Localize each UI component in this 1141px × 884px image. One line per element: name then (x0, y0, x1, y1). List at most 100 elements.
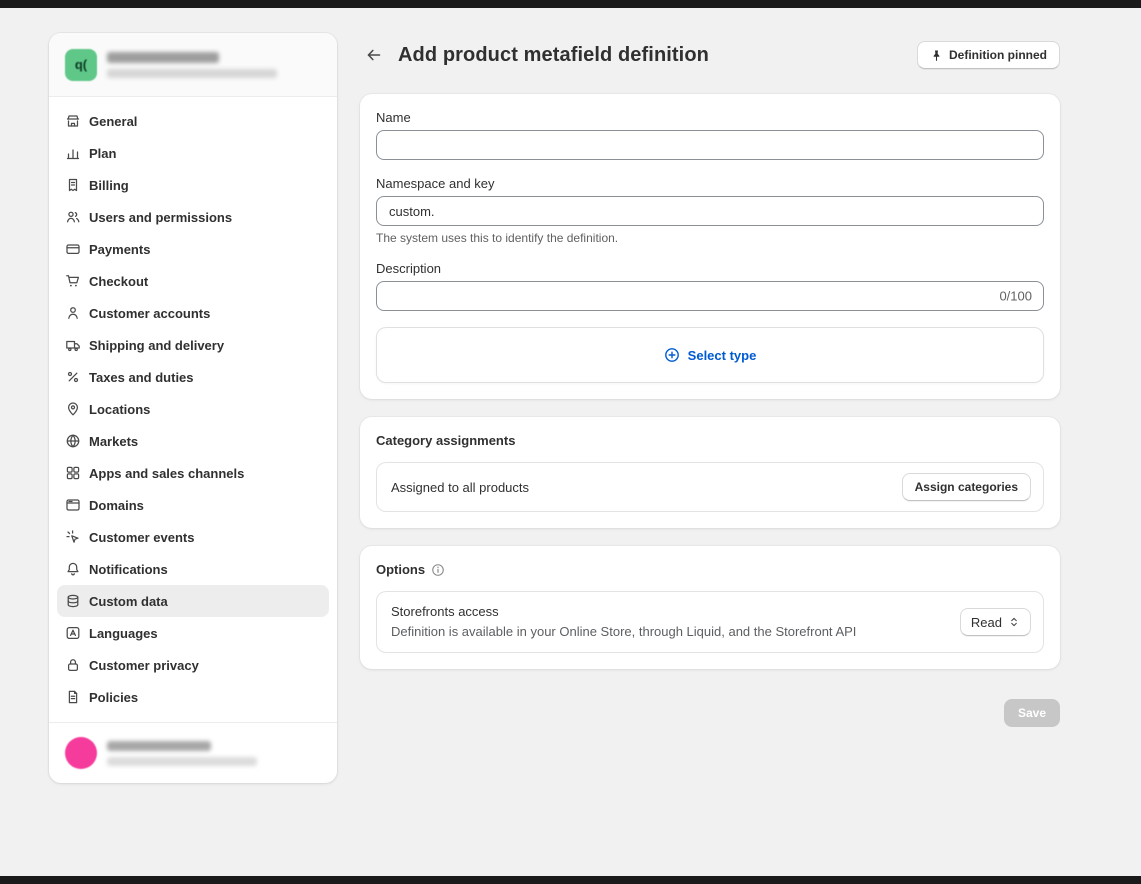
sidebar-item-plan[interactable]: Plan (57, 137, 329, 169)
user-meta (107, 741, 257, 766)
language-icon (65, 625, 81, 641)
main-content: Add product metafield definition Definit… (360, 40, 1060, 727)
plus-circle-icon (664, 347, 680, 363)
select-type-button[interactable]: Select type (376, 327, 1044, 383)
description-field: Description 0/100 (376, 261, 1044, 311)
pin-icon (930, 49, 943, 62)
back-button[interactable] (360, 41, 388, 69)
user-email-redacted (107, 757, 257, 766)
category-assignments-heading: Category assignments (376, 433, 515, 448)
sidebar-item-markets[interactable]: Markets (57, 425, 329, 457)
user-avatar (65, 737, 97, 769)
namespace-field: Namespace and key The system uses this t… (376, 176, 1044, 245)
store-switcher[interactable]: q( (49, 33, 337, 97)
sidebar-item-label: Customer privacy (89, 658, 199, 673)
name-label: Name (376, 110, 1044, 125)
storefronts-access-text: Storefronts access Definition is availab… (389, 602, 960, 642)
sidebar-item-label: Taxes and duties (89, 370, 194, 385)
top-window-bar (0, 0, 1141, 8)
lock-icon (65, 657, 81, 673)
name-input[interactable] (376, 130, 1044, 160)
settings-nav: General Plan Billing Users and permissio… (49, 97, 337, 721)
page-header: Add product metafield definition Definit… (360, 40, 1060, 70)
payments-card-icon (65, 241, 81, 257)
store-meta (107, 52, 277, 78)
storefront-icon (65, 113, 81, 129)
options-heading: Options (376, 562, 425, 577)
cart-icon (65, 273, 81, 289)
storefronts-access-select[interactable]: Read (960, 608, 1031, 636)
location-pin-icon (65, 401, 81, 417)
sidebar-item-apps-and-sales-channels[interactable]: Apps and sales channels (57, 457, 329, 489)
sidebar-item-taxes-and-duties[interactable]: Taxes and duties (57, 361, 329, 393)
assign-categories-label: Assign categories (915, 480, 1018, 494)
category-assignments-card: Category assignments Assigned to all pro… (360, 417, 1060, 528)
description-input[interactable] (376, 281, 1044, 311)
sidebar-item-domains[interactable]: Domains (57, 489, 329, 521)
namespace-label: Namespace and key (376, 176, 1044, 191)
sidebar-item-general[interactable]: General (57, 105, 329, 137)
settings-sidebar: q( General Plan Billing Users and permis (49, 33, 337, 783)
user-account-footer[interactable] (49, 722, 337, 783)
cursor-click-icon (65, 529, 81, 545)
receipt-icon (65, 177, 81, 193)
sidebar-item-policies[interactable]: Policies (57, 681, 329, 713)
sidebar-item-locations[interactable]: Locations (57, 393, 329, 425)
sidebar-item-label: Customer accounts (89, 306, 210, 321)
sidebar-item-users-and-permissions[interactable]: Users and permissions (57, 201, 329, 233)
sidebar-item-notifications[interactable]: Notifications (57, 553, 329, 585)
bottom-window-bar (0, 876, 1141, 884)
sidebar-item-custom-data[interactable]: Custom data (57, 585, 329, 617)
sidebar-item-label: Locations (89, 402, 150, 417)
sidebar-item-label: Markets (89, 434, 138, 449)
database-icon (65, 593, 81, 609)
options-card: Options Storefronts access Definition is… (360, 546, 1060, 669)
store-name-redacted (107, 52, 219, 63)
globe-icon (65, 433, 81, 449)
definition-pinned-button[interactable]: Definition pinned (917, 41, 1060, 69)
sidebar-item-label: Custom data (89, 594, 168, 609)
sidebar-item-label: Domains (89, 498, 144, 513)
bell-icon (65, 561, 81, 577)
page-title: Add product metafield definition (398, 44, 709, 67)
plan-chart-icon (65, 145, 81, 161)
users-icon (65, 209, 81, 225)
sidebar-item-billing[interactable]: Billing (57, 169, 329, 201)
settings-page: q( General Plan Billing Users and permis (0, 0, 1141, 884)
sidebar-item-label: Billing (89, 178, 129, 193)
name-field: Name (376, 110, 1044, 160)
sidebar-item-label: Apps and sales channels (89, 466, 244, 481)
sidebar-item-languages[interactable]: Languages (57, 617, 329, 649)
person-icon (65, 305, 81, 321)
sidebar-item-label: Customer events (89, 530, 194, 545)
sidebar-item-checkout[interactable]: Checkout (57, 265, 329, 297)
sidebar-item-payments[interactable]: Payments (57, 233, 329, 265)
sidebar-item-customer-privacy[interactable]: Customer privacy (57, 649, 329, 681)
sidebar-item-label: Payments (89, 242, 150, 257)
user-name-redacted (107, 741, 211, 751)
storefronts-access-value: Read (971, 615, 1002, 630)
info-icon (431, 563, 445, 577)
sidebar-item-label: General (89, 114, 137, 129)
namespace-help-text: The system uses this to identify the def… (376, 231, 1044, 245)
percent-icon (65, 369, 81, 385)
sidebar-item-label: Shipping and delivery (89, 338, 224, 353)
pinned-button-label: Definition pinned (949, 48, 1047, 62)
storefronts-access-description: Definition is available in your Online S… (391, 622, 960, 642)
sidebar-item-customer-events[interactable]: Customer events (57, 521, 329, 553)
sidebar-item-label: Languages (89, 626, 158, 641)
save-button[interactable]: Save (1004, 699, 1060, 727)
store-domain-redacted (107, 69, 277, 78)
footer-actions: Save (360, 699, 1060, 727)
select-caret-icon (1008, 616, 1020, 628)
document-icon (65, 689, 81, 705)
sidebar-item-shipping-and-delivery[interactable]: Shipping and delivery (57, 329, 329, 361)
sidebar-item-label: Checkout (89, 274, 148, 289)
truck-icon (65, 337, 81, 353)
store-avatar: q( (65, 49, 97, 81)
namespace-key-input[interactable] (376, 196, 1044, 226)
assign-categories-button[interactable]: Assign categories (902, 473, 1031, 501)
storefronts-access-title: Storefronts access (391, 602, 960, 622)
back-arrow-icon (366, 47, 382, 63)
sidebar-item-customer-accounts[interactable]: Customer accounts (57, 297, 329, 329)
